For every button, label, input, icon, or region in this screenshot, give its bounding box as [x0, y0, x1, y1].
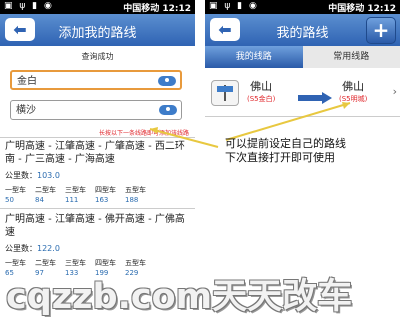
origin-input[interactable]: 金白 [10, 70, 182, 90]
watermark-text: cqzzb.com天天改车 [6, 277, 353, 317]
query-status-text: 查询成功 [81, 52, 114, 61]
destination-input[interactable]: 横沙 [10, 100, 182, 120]
add-route-button[interactable]: + [366, 17, 396, 44]
status-time: 中国移动 12:12 [123, 4, 191, 14]
road-sign-icon [211, 80, 239, 106]
page-title: 添加我的路线 [58, 26, 137, 41]
feature-annotation: 可以提前设定自己的路线 下次直接打开即可使用 [225, 137, 346, 164]
divider [0, 208, 195, 209]
arrow-right-icon [298, 92, 332, 104]
location-pin-icon[interactable] [158, 76, 176, 86]
route-to: 佛山 (S5明城) [339, 80, 368, 103]
divider [0, 137, 195, 138]
title-bar: ⬅ 我的路线 + [205, 14, 400, 46]
status-time: 中国移动 12:12 [328, 4, 396, 14]
vehicle-type-headers: 一型车 二型车 三型车 四型车 五型车 [5, 186, 146, 194]
plus-icon: + [372, 18, 390, 42]
route-result-1[interactable]: 广明高速 - 江肇高速 - 广肇高速 - 西二环南 - 广三高速 - 广海高速 … [5, 140, 191, 204]
origin-value: 金白 [17, 76, 37, 87]
chevron-right-icon: › [392, 85, 397, 98]
route-tabs: 我的线路 常用线路 [205, 46, 400, 68]
route-name: 广明高速 - 江肇高速 - 广肇高速 - 西二环南 - 广三高速 - 广海高速 [5, 141, 185, 165]
status-bar: ▣ ψ ▮ ◉ 中国移动 12:12 [0, 0, 195, 14]
route-distance: 公里数：122.0 [5, 244, 60, 253]
status-icons: ▣ ψ ▮ ◉ [4, 1, 54, 11]
tab-my-routes[interactable]: 我的线路 [205, 46, 303, 68]
status-icons: ▣ ψ ▮ ◉ [209, 1, 259, 11]
destination-value: 横沙 [16, 105, 36, 116]
route-distance: 公里数：103.0 [5, 171, 60, 180]
route-from: 佛山 (S5金白) [247, 80, 276, 103]
add-route-hint: 长按以下一条线路即可添加该线路 [98, 130, 189, 137]
route-name: 广明高速 - 江肇高速 - 佛开高速 - 广佛高速 [5, 214, 185, 238]
saved-route-item[interactable]: 佛山 (S5金白) 佛山 (S5明城) › [205, 70, 400, 117]
location-pin-icon[interactable] [159, 105, 177, 115]
title-bar: ⬅ 添加我的路线 [0, 14, 195, 46]
vehicle-type-headers: 一型车 二型车 三型车 四型车 五型车 [5, 259, 146, 267]
tab-common-routes[interactable]: 常用线路 [303, 46, 400, 68]
toll-prices: 50 84 111 163 188 [5, 196, 139, 204]
status-bar: ▣ ψ ▮ ◉ 中国移动 12:12 [205, 0, 400, 14]
